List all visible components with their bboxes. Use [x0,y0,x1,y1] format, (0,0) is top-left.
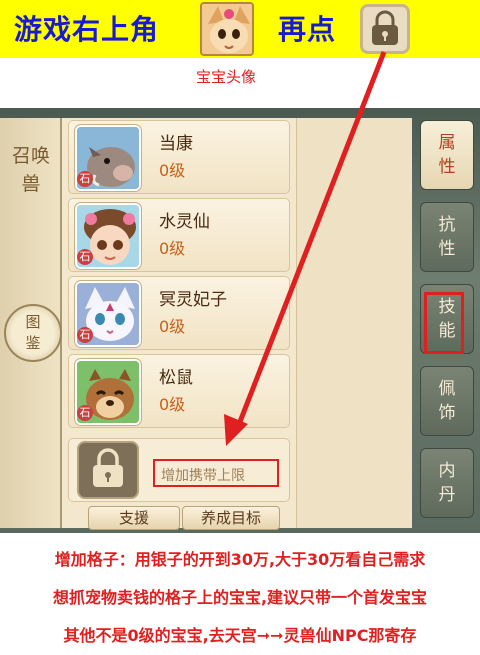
pet-panel: 召唤兽 图鉴 石 当康 0级 石 水灵仙 0级 石 冥灵妃子 0级 石 松鼠 0… [0,108,480,533]
tab-resistance[interactable]: 抗性 [420,202,474,272]
pet-row-dangkang[interactable]: 石 当康 0级 [68,120,290,194]
avatar-caption: 宝宝头像 [196,68,257,86]
locked-slot[interactable]: 增加携带上限 [68,438,290,502]
pet-badge: 石 [77,171,93,187]
boar-pet-avatar-icon: 石 [75,125,141,191]
pet-level: 0级 [159,395,186,414]
lock-icon [77,441,139,499]
pet-row-songshu[interactable]: 石 松鼠 0级 [68,354,290,428]
training-goal-button[interactable]: 养成目标 [182,506,280,530]
pet-badge: 石 [77,405,93,421]
tab-label: 内丹 [438,461,456,505]
note-line: 想抓宠物卖钱的格子上的宝宝,建议只带一个首发宝宝 [52,588,428,607]
pet-level: 0级 [159,239,186,258]
pet-name: 冥灵妃子 [159,290,227,310]
pet-list: 石 当康 0级 石 水灵仙 0级 石 冥灵妃子 0级 石 松鼠 0级 增加携带上… [62,118,412,530]
banner-text-click-again: 再点 [278,13,337,46]
tab-inner-core[interactable]: 内丹 [420,448,474,518]
support-button[interactable]: 支援 [88,506,180,530]
pet-badge: 石 [77,249,93,265]
tab-label: 佩饰 [438,379,456,423]
side-tabs: 属性 抗性 技能 佩饰 内丹 [412,118,480,528]
atlas-button[interactable]: 图鉴 [4,304,62,362]
pet-badge: 石 [77,327,93,343]
note-line: 其他不是0级的宝宝,去天宫➞➞灵兽仙NPC那寄存 [63,626,417,645]
expand-capacity-highlight[interactable]: 增加携带上限 [153,459,279,487]
expand-capacity-label: 增加携带上限 [161,468,245,484]
summon-tab[interactable]: 召唤兽 [8,142,54,242]
note-line: 增加格子：用银子的开到30万,大于30万看自己需求 [54,550,426,569]
pet-row-shuilingxian[interactable]: 石 水灵仙 0级 [68,198,290,272]
pet-level: 0级 [159,161,186,180]
banner-text-top-right: 游戏右上角 [14,13,160,46]
pet-avatar-icon [200,2,254,56]
white-fox-pet-avatar-icon: 石 [75,281,141,347]
tab-label: 属性 [438,133,456,177]
pet-level: 0级 [159,317,186,336]
pet-name: 松鼠 [159,368,193,388]
tab-attributes[interactable]: 属性 [420,120,474,190]
fairy-pet-avatar-icon: 石 [75,203,141,269]
pet-name: 水灵仙 [159,212,210,232]
atlas-label: 图鉴 [25,313,41,352]
pet-row-minglingfeizi[interactable]: 石 冥灵妃子 0级 [68,276,290,350]
pet-detail-pane [296,118,412,528]
squirrel-pet-avatar-icon: 石 [75,359,141,425]
lock-icon [360,4,410,54]
tab-label: 抗性 [438,215,456,259]
instruction-banner: 游戏右上角 再点 [0,0,480,58]
panel-left-rail: 召唤兽 图鉴 [0,118,62,528]
tab-accessories[interactable]: 佩饰 [420,366,474,436]
pet-name: 当康 [159,134,193,154]
skills-tab-highlight [424,292,464,354]
